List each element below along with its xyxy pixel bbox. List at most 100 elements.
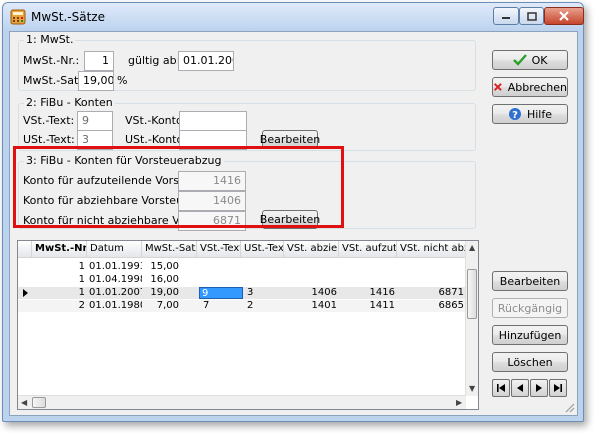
cell-ust[interactable]: 2 xyxy=(245,300,284,312)
cell-datum[interactable]: 01.01.1993 xyxy=(87,261,142,273)
cell-nicht-abziehbar[interactable]: 6871 xyxy=(397,287,466,299)
next-record-icon xyxy=(536,384,542,392)
table-row[interactable]: 1 01.01.1993 15,00 xyxy=(18,261,466,273)
cell-ust[interactable] xyxy=(241,274,284,286)
col-header-vst-nicht-abziehbar[interactable]: VSt. nicht abzi... xyxy=(397,241,466,258)
cell-ust[interactable]: 3 xyxy=(245,287,284,299)
cell-aufzuteilend[interactable] xyxy=(339,261,397,273)
grid-vertical-scrollbar[interactable]: ▲ ▼ xyxy=(465,241,478,396)
scroll-left-icon[interactable]: ◀ xyxy=(21,398,27,407)
cell-nicht-abziehbar[interactable] xyxy=(397,274,466,286)
cell-aufzuteilend[interactable]: 1416 xyxy=(339,287,397,299)
cell-aufzuteilend[interactable] xyxy=(339,274,397,286)
maximize-icon xyxy=(526,11,537,21)
cell-aufzuteilend[interactable]: 1411 xyxy=(339,300,397,312)
col-header-vst-text[interactable]: VSt.-Text xyxy=(197,241,241,258)
cell-datum[interactable]: 01.01.1980 xyxy=(87,300,142,312)
cell-vst[interactable] xyxy=(197,261,241,273)
cell-satz[interactable]: 15,00 xyxy=(142,261,181,273)
mwst-nr-label: MwSt.-Nr.: xyxy=(23,54,80,67)
cell-nr[interactable]: 1 xyxy=(32,261,87,273)
mwst-group-title: 1: MwSt. xyxy=(24,33,76,46)
cell-satz[interactable]: 19,00 xyxy=(142,287,181,299)
cell-nr[interactable]: 2 xyxy=(32,300,87,312)
vst-konto-input[interactable] xyxy=(179,111,247,131)
cell-satz[interactable]: 16,00 xyxy=(142,274,181,286)
help-button-label: Hilfe xyxy=(526,107,553,121)
help-button[interactable]: ? Hilfe xyxy=(492,104,568,124)
calculator-app-icon xyxy=(10,9,26,25)
cell-datum[interactable]: 01.01.2007 xyxy=(87,287,142,299)
col-header-vst-abziehbar[interactable]: VSt. abzie... xyxy=(284,241,339,258)
col-header-datum[interactable]: Datum xyxy=(87,241,142,258)
first-record-icon xyxy=(497,384,505,392)
cell-nicht-abziehbar[interactable]: 6865 xyxy=(397,300,466,312)
gueltig-ab-label: gültig ab: xyxy=(128,54,181,67)
table-row-current[interactable]: 1 01.01.2007 19,00 9 3 1406 1416 6871 xyxy=(18,287,466,299)
table-row[interactable]: 1 01.04.1998 16,00 xyxy=(18,274,466,286)
previous-record-button[interactable] xyxy=(511,379,529,397)
first-record-button[interactable] xyxy=(492,379,510,397)
resize-grip-icon[interactable] xyxy=(563,401,575,413)
col-header-mwst-satz[interactable]: MwSt.-Satz xyxy=(142,241,197,258)
close-icon xyxy=(559,11,569,21)
next-record-button[interactable] xyxy=(530,379,548,397)
cell-vst[interactable] xyxy=(197,274,241,286)
help-icon: ? xyxy=(508,108,521,121)
current-row-arrow-icon xyxy=(23,289,28,297)
grid-horizontal-scrollbar[interactable]: ◀ ▶ xyxy=(18,395,466,409)
vertical-scroll-thumb[interactable] xyxy=(467,269,477,319)
cell-datum[interactable]: 01.04.1998 xyxy=(87,274,142,286)
cancel-button[interactable]: Abbrechen xyxy=(492,77,568,97)
highlight-frame xyxy=(13,146,344,228)
minimize-icon xyxy=(502,17,510,19)
ok-button[interactable]: OK xyxy=(492,50,568,70)
cancel-button-label: Abbrechen xyxy=(507,80,567,94)
mwst-nr-input[interactable]: 1 xyxy=(84,51,114,71)
col-header-ust-text[interactable]: USt.-Text xyxy=(241,241,284,258)
col-header-vst-aufzuteilend[interactable]: VSt. aufzut... xyxy=(339,241,397,258)
last-record-icon xyxy=(554,384,562,392)
cell-vst-editing[interactable]: 9 xyxy=(199,287,243,299)
cell-abziehbar[interactable]: 1406 xyxy=(284,287,339,299)
cell-ust[interactable] xyxy=(241,261,284,273)
fibu-group-title: 2: FiBu - Konten xyxy=(24,96,115,109)
maximize-button[interactable] xyxy=(519,7,544,25)
close-button[interactable] xyxy=(544,7,584,25)
scroll-down-icon[interactable]: ▼ xyxy=(469,384,475,393)
add-button[interactable]: Hinzufügen xyxy=(492,325,568,345)
gueltig-ab-input[interactable]: 01.01.2007 xyxy=(178,51,234,71)
row-header[interactable] xyxy=(18,287,32,299)
grid-header: MwSt.-Nr. Datum MwSt.-Satz VSt.-Text USt… xyxy=(18,241,466,258)
last-record-button[interactable] xyxy=(549,379,567,397)
cell-nr[interactable]: 1 xyxy=(32,274,87,286)
row-header[interactable] xyxy=(18,274,32,286)
vst-konto-label: VSt.-Konto: xyxy=(125,114,187,127)
cell-vst[interactable]: 7 xyxy=(201,300,241,312)
cell-nr[interactable]: 1 xyxy=(32,287,87,299)
undo-button[interactable]: Rückgängig xyxy=(492,298,568,318)
row-header[interactable] xyxy=(18,300,32,312)
vst-text-input[interactable]: 9 xyxy=(77,111,113,131)
cell-abziehbar[interactable] xyxy=(284,274,339,286)
grid-header-corner xyxy=(18,241,32,258)
table-row[interactable]: 2 01.01.1980 7,00 7 2 1401 1411 6865 xyxy=(18,300,466,312)
title-bar[interactable]: MwSt.-Sätze xyxy=(3,3,584,31)
scroll-up-icon[interactable]: ▲ xyxy=(469,243,475,252)
grid-edit-button[interactable]: Bearbeiten xyxy=(492,271,568,291)
cell-nicht-abziehbar[interactable] xyxy=(397,261,466,273)
col-header-mwst-nr[interactable]: MwSt.-Nr. xyxy=(32,241,87,258)
delete-button[interactable]: Löschen xyxy=(492,352,568,372)
horizontal-scroll-thumb[interactable] xyxy=(32,397,46,408)
previous-record-icon xyxy=(517,384,523,392)
cell-abziehbar[interactable]: 1401 xyxy=(284,300,339,312)
mwst-grid[interactable]: MwSt.-Nr. Datum MwSt.-Satz VSt.-Text USt… xyxy=(17,240,479,410)
scroll-right-icon[interactable]: ▶ xyxy=(456,398,462,407)
minimize-button[interactable] xyxy=(493,7,519,25)
row-header[interactable] xyxy=(18,261,32,273)
cell-satz[interactable]: 7,00 xyxy=(142,300,181,312)
cell-abziehbar[interactable] xyxy=(284,261,339,273)
mwst-satz-input[interactable]: 19,00 xyxy=(78,71,114,91)
vst-text-label: VSt.-Text: xyxy=(23,114,75,127)
percent-label: % xyxy=(117,74,128,87)
